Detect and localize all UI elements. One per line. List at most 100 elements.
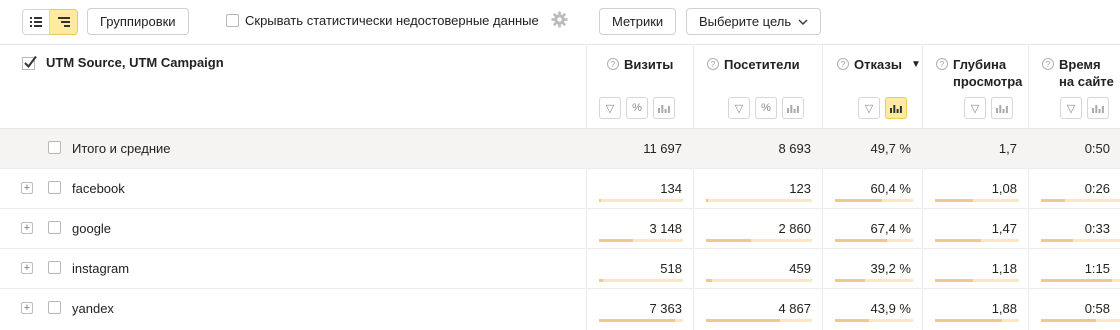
row-checkbox[interactable] bbox=[48, 301, 61, 314]
bar-track bbox=[1041, 239, 1120, 242]
help-icon[interactable]: ? bbox=[936, 58, 948, 70]
totals-visitors: 8 693 bbox=[778, 141, 811, 156]
bar-track bbox=[599, 239, 683, 242]
bar-fill bbox=[599, 199, 601, 202]
bar-track bbox=[935, 319, 1019, 322]
cell-page-depth: 1,18 bbox=[991, 261, 1017, 276]
bar-fill bbox=[599, 279, 603, 282]
hide-unreliable-toggle[interactable]: Скрывать статистически недостоверные дан… bbox=[226, 13, 539, 28]
metrics-button[interactable]: Метрики bbox=[599, 8, 677, 35]
bar-chart-icon[interactable] bbox=[653, 97, 675, 119]
filter-icon[interactable]: ▽ bbox=[964, 97, 986, 119]
filter-icon[interactable]: ▽ bbox=[1060, 97, 1082, 119]
bar-track bbox=[706, 319, 812, 322]
tree-view-button[interactable] bbox=[50, 9, 78, 35]
table-row[interactable]: + yandex 7 363 4 867 43,9 % 1,88 0:58 bbox=[0, 288, 1120, 328]
bar-chart-icon[interactable] bbox=[1087, 97, 1109, 119]
bar-fill bbox=[1041, 279, 1112, 282]
help-icon[interactable]: ? bbox=[707, 58, 719, 70]
column-title: Время bbox=[1059, 57, 1101, 72]
goal-select-label: Выберите цель bbox=[699, 14, 792, 29]
table-row[interactable]: + facebook 134 123 60,4 % 1,08 0:26 bbox=[0, 168, 1120, 208]
cell-time-on-site: 0:26 bbox=[1084, 181, 1110, 196]
expand-icon[interactable]: + bbox=[21, 302, 33, 314]
help-icon[interactable]: ? bbox=[837, 58, 849, 70]
chevron-down-icon bbox=[798, 19, 808, 25]
cell-visitors: 459 bbox=[789, 261, 811, 276]
dimension-header[interactable]: UTM Source, UTM Campaign bbox=[22, 55, 224, 70]
percent-icon[interactable]: % bbox=[755, 97, 777, 119]
expand-icon[interactable]: + bbox=[21, 182, 33, 194]
cell-page-depth: 1,08 bbox=[991, 181, 1017, 196]
bar-track bbox=[599, 319, 683, 322]
row-label[interactable]: google bbox=[72, 221, 111, 236]
column-controls: ▽ bbox=[1060, 97, 1109, 119]
row-checkbox[interactable] bbox=[48, 261, 61, 274]
column-header-visits[interactable]: ? Визиты bbox=[607, 56, 673, 73]
column-title: Посетители bbox=[724, 57, 800, 72]
column-controls: ▽ bbox=[964, 97, 1013, 119]
tree-list-icon bbox=[57, 17, 70, 27]
totals-page-depth: 1,7 bbox=[998, 141, 1017, 156]
bar-chart-icon[interactable] bbox=[991, 97, 1013, 119]
expand-icon[interactable]: + bbox=[21, 262, 33, 274]
bar-fill bbox=[835, 319, 869, 322]
bar-track bbox=[599, 199, 683, 202]
bar-track bbox=[1041, 279, 1120, 282]
view-toggle bbox=[22, 9, 78, 35]
bar-chart-icon[interactable] bbox=[885, 97, 907, 119]
bar-chart-icon[interactable] bbox=[782, 97, 804, 119]
table-row[interactable]: + instagram 518 459 39,2 % 1,18 1:15 bbox=[0, 248, 1120, 288]
column-title-line2: просмотра bbox=[953, 74, 1023, 89]
bar-fill bbox=[935, 199, 973, 202]
column-header-visitors[interactable]: ? Посетители bbox=[707, 56, 800, 73]
bar-fill bbox=[835, 239, 887, 242]
filter-icon[interactable]: ▽ bbox=[599, 97, 621, 119]
cell-visitors: 4 867 bbox=[778, 301, 811, 316]
row-label[interactable]: yandex bbox=[72, 301, 114, 316]
column-header-bounce-rate[interactable]: ? Отказы ▼ bbox=[837, 56, 921, 73]
bar-track bbox=[1041, 319, 1120, 322]
filter-icon[interactable]: ▽ bbox=[728, 97, 750, 119]
groupings-button[interactable]: Группировки bbox=[87, 8, 189, 35]
hide-unreliable-checkbox[interactable] bbox=[226, 14, 239, 27]
column-header-time-on-site[interactable]: ? Время на сайте bbox=[1042, 56, 1114, 90]
row-checkbox[interactable] bbox=[48, 221, 61, 234]
table-row[interactable]: + google 3 148 2 860 67,4 % 1,47 0:33 bbox=[0, 208, 1120, 248]
bar-fill bbox=[599, 319, 675, 322]
filter-icon[interactable]: ▽ bbox=[858, 97, 880, 119]
totals-row: Итого и средние 11 697 8 693 49,7 % 1,7 … bbox=[0, 128, 1120, 168]
bar-fill bbox=[599, 239, 633, 242]
toolbar: Группировки Скрывать статистически недос… bbox=[0, 0, 1120, 44]
bar-track bbox=[835, 239, 913, 242]
column-title: Глубина bbox=[953, 57, 1007, 72]
column-controls: ▽ % bbox=[599, 97, 675, 119]
cell-page-depth: 1,88 bbox=[991, 301, 1017, 316]
bar-fill bbox=[1041, 199, 1065, 202]
checked-checkbox-icon[interactable] bbox=[22, 55, 37, 70]
help-icon[interactable]: ? bbox=[1042, 58, 1054, 70]
bar-fill bbox=[706, 319, 780, 322]
row-label[interactable]: facebook bbox=[72, 181, 125, 196]
cell-visits: 518 bbox=[660, 261, 682, 276]
column-title-line2: на сайте bbox=[1059, 74, 1114, 89]
column-title: Отказы bbox=[854, 57, 902, 72]
bar-track bbox=[935, 199, 1019, 202]
expand-icon[interactable]: + bbox=[21, 222, 33, 234]
gear-icon[interactable] bbox=[551, 11, 568, 28]
percent-icon[interactable]: % bbox=[626, 97, 648, 119]
goal-select[interactable]: Выберите цель bbox=[686, 8, 822, 35]
sort-desc-icon: ▼ bbox=[910, 59, 921, 70]
list-view-button[interactable] bbox=[22, 9, 50, 35]
column-header-page-depth[interactable]: ? Глубина просмотра bbox=[936, 56, 1022, 90]
bar-fill bbox=[835, 279, 865, 282]
row-checkbox[interactable] bbox=[48, 141, 61, 154]
list-icon bbox=[30, 17, 42, 27]
bar-track bbox=[935, 239, 1019, 242]
bar-fill bbox=[935, 279, 973, 282]
bar-fill bbox=[706, 279, 712, 282]
row-checkbox[interactable] bbox=[48, 181, 61, 194]
row-label[interactable]: instagram bbox=[72, 261, 129, 276]
dimension-header-label: UTM Source, UTM Campaign bbox=[46, 55, 224, 70]
help-icon[interactable]: ? bbox=[607, 58, 619, 70]
